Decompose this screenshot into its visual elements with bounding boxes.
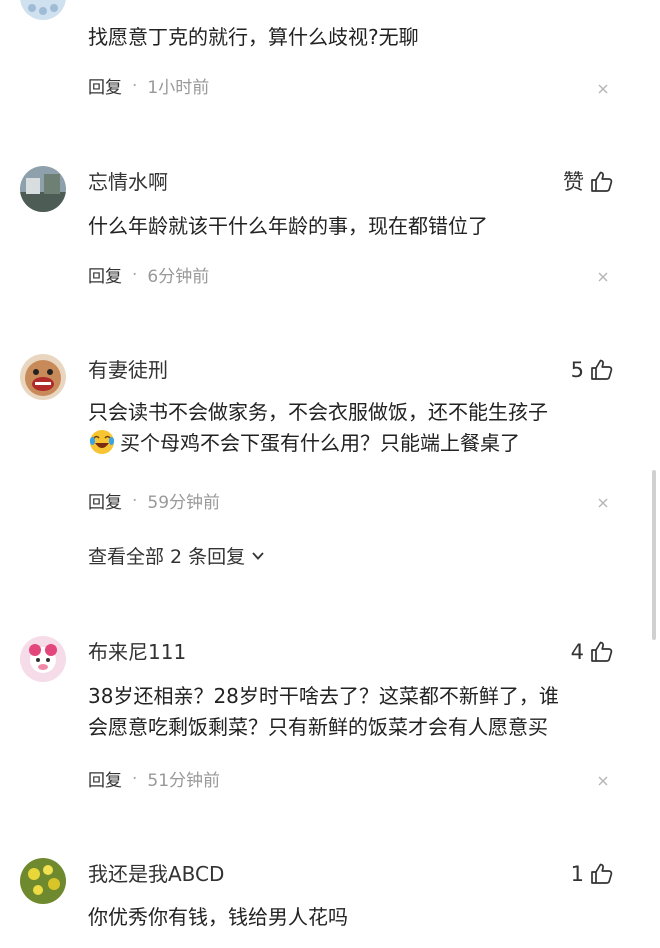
like-button[interactable]: 4 <box>571 639 614 665</box>
close-icon[interactable] <box>596 496 610 510</box>
avatar[interactable] <box>20 354 66 400</box>
like-count: 1 <box>570 862 584 886</box>
comment-meta: 回复 · 59分钟前 <box>88 488 221 514</box>
comment-meta: 回复 · 6分钟前 <box>88 262 210 288</box>
comment-text: 只会读书不会做家务，不会衣服做饭，还不能生孩子 买个母鸡不会下蛋有什么用？只能端… <box>88 400 548 455</box>
laughing-crying-emoji-icon <box>89 430 115 454</box>
thumbs-up-icon <box>590 170 614 194</box>
reply-button[interactable]: 回复 <box>88 262 122 287</box>
timestamp: 59分钟前 <box>147 493 221 513</box>
close-icon[interactable] <box>596 774 610 788</box>
thumbs-up-icon <box>590 358 614 382</box>
username[interactable]: 有妻徒刑 <box>88 357 168 383</box>
avatar[interactable] <box>20 858 66 904</box>
thumbs-up-icon <box>590 862 614 886</box>
avatar[interactable] <box>20 636 66 682</box>
like-count: 5 <box>570 358 584 382</box>
comment-text: 38岁还相亲？28岁时干啥去了？这菜都不新鲜了，谁 会愿意吃剩饭剩菜？只有新鲜的… <box>88 684 559 739</box>
separator-dot: · <box>132 768 138 789</box>
separator-dot: · <box>132 264 138 285</box>
timestamp: 51分钟前 <box>147 771 221 791</box>
like-button[interactable]: 1 <box>571 861 614 887</box>
avatar[interactable] <box>20 166 66 212</box>
username[interactable]: 布来尼111 <box>88 639 186 665</box>
comment-text: 找愿意丁克的就行，算什么歧视?无聊 <box>88 25 419 49</box>
comment-text: 什么年龄就该干什么年龄的事，现在都错位了 <box>88 214 488 238</box>
comment-meta: 回复 · 1小时前 <box>88 73 210 99</box>
view-all-replies-link[interactable]: 查看全部 2 条回复 <box>88 542 265 569</box>
reply-button[interactable]: 回复 <box>88 766 122 791</box>
username[interactable]: 忘情水啊 <box>88 169 168 195</box>
close-icon[interactable] <box>596 270 610 284</box>
comment-meta: 回复 · 51分钟前 <box>88 766 221 792</box>
separator-dot: · <box>132 490 138 511</box>
like-label: 赞 <box>563 170 584 194</box>
username[interactable]: 我还是我ABCD <box>88 861 224 887</box>
timestamp: 6分钟前 <box>147 267 210 287</box>
like-button[interactable]: 5 <box>571 357 614 383</box>
reply-button[interactable]: 回复 <box>88 488 122 513</box>
separator-dot: · <box>132 75 138 96</box>
like-count: 4 <box>570 640 584 664</box>
view-all-replies-label: 查看全部 2 条回复 <box>88 546 246 568</box>
avatar[interactable] <box>20 0 66 20</box>
comment-text: 你优秀你有钱，钱给男人花吗 <box>88 905 348 929</box>
close-icon[interactable] <box>596 82 610 96</box>
timestamp: 1小时前 <box>147 78 210 98</box>
like-button[interactable]: 赞 <box>563 169 614 195</box>
reply-button[interactable]: 回复 <box>88 73 122 98</box>
comment-list: 找愿意丁克的就行，算什么歧视?无聊 回复 · 1小时前 忘情水啊 赞 什么年龄就… <box>0 0 660 948</box>
chevron-down-icon <box>252 551 264 560</box>
scrollbar[interactable] <box>652 470 656 640</box>
thumbs-up-icon <box>590 640 614 664</box>
